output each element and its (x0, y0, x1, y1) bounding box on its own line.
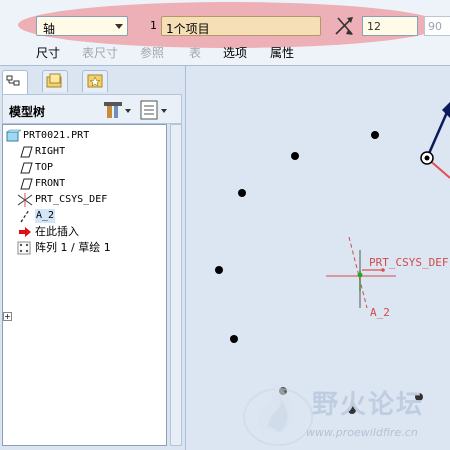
tree-node-top-plane[interactable]: TOP (17, 161, 165, 175)
show-options-icon[interactable] (140, 100, 167, 120)
model-tree-tools (104, 100, 167, 120)
graphics-window[interactable]: PRT_CSYS_DEF A_2 野火论坛 www.proewildfire.c… (186, 66, 450, 450)
tab-references[interactable]: 参照 (140, 44, 164, 61)
tree-node-label: RIGHT (35, 146, 66, 157)
tree-node-label: 阵列 1 / 草绘 1 (35, 241, 111, 254)
tab-table[interactable]: 表 (189, 44, 201, 61)
model-tree-list: PRT0021.PRT RIGHT TOP FRONT PRT_CSYS_DEF… (2, 124, 167, 446)
model-tree-icon (6, 75, 20, 86)
angle-direction-icon[interactable] (334, 14, 354, 36)
tree-node-front-plane[interactable]: FRONT (17, 177, 165, 191)
axis-label: A_2 (370, 306, 390, 319)
dashboard-tabs: 尺寸 表尺寸 参照 表 选项 属性 (0, 44, 450, 62)
tab-options[interactable]: 选项 (223, 44, 247, 61)
angle-input[interactable]: 90 (424, 16, 450, 36)
tree-scrollbar[interactable] (170, 124, 182, 446)
pattern-icon (17, 241, 31, 255)
increment-input[interactable]: 12 (362, 16, 418, 36)
tab-favorites[interactable] (82, 70, 108, 92)
pattern-type-select[interactable]: 轴 (36, 16, 128, 36)
csys-label: PRT_CSYS_DEF (369, 256, 449, 269)
pattern-dashboard: 轴 1 1个项目 12 90 尺寸 表尺寸 参照 表 选项 属性 (0, 0, 450, 66)
tree-node-label: 在此插入 (35, 225, 79, 238)
tab-properties[interactable]: 属性 (270, 44, 294, 61)
tab-dimensions[interactable]: 尺寸 (36, 44, 60, 61)
tree-node-label: PRT0021.PRT (23, 130, 90, 141)
tree-node-label: A_2 (35, 209, 56, 223)
reference-collector-value: 1个项目 (166, 22, 210, 36)
navigator-panel: 模型树 PRT0021.PRT RIGHT TOP FRONT PRT_CSYS… (0, 66, 186, 450)
datum-plane-icon (20, 178, 33, 190)
datum-plane-icon (20, 146, 33, 158)
watermark-logo (243, 382, 313, 446)
tree-node-pattern[interactable]: 阵列 1 / 草绘 1 (17, 241, 165, 255)
tree-node-label: FRONT (35, 178, 66, 189)
model-tree-title: 模型树 (9, 105, 46, 119)
angle-value: 90 (428, 20, 442, 33)
tree-node-label: TOP (35, 162, 54, 173)
expand-toggle-icon[interactable]: + (3, 312, 12, 321)
datum-plane-icon (20, 162, 33, 174)
datum-axis-icon (20, 209, 30, 223)
insert-arrow-icon (19, 227, 31, 237)
settings-tools-icon[interactable] (104, 102, 131, 118)
tree-node-axis-a2[interactable]: A_2 (17, 209, 165, 223)
tree-node-part[interactable]: PRT0021.PRT (5, 129, 165, 143)
chevron-down-icon (115, 24, 123, 29)
coordinate-system-icon (17, 193, 33, 207)
model-tree-header: 模型树 (2, 94, 182, 124)
tab-table-dimensions[interactable]: 表尺寸 (82, 44, 118, 61)
tab-folder-browser[interactable] (42, 70, 68, 92)
folder-icon (46, 73, 62, 88)
favorites-icon (87, 74, 103, 88)
increment-value: 12 (367, 20, 381, 33)
tree-node-label: PRT_CSYS_DEF (35, 194, 108, 205)
pattern-direction-handle[interactable] (420, 102, 450, 179)
tab-model-tree[interactable] (2, 70, 28, 94)
watermark-brand: 野火论坛 (312, 390, 425, 420)
pattern-point[interactable] (230, 335, 238, 343)
part-icon (6, 129, 21, 142)
pattern-point[interactable] (215, 266, 223, 274)
pattern-point[interactable] (238, 189, 246, 197)
coordinate-system-graphic[interactable] (326, 236, 396, 309)
pattern-point[interactable] (291, 152, 299, 160)
watermark-url: www.proewildfire.cn (306, 426, 418, 439)
reference-collector[interactable]: 1个项目 (161, 16, 321, 36)
tree-node-right-plane[interactable]: RIGHT (17, 145, 165, 159)
tree-node-csys[interactable]: PRT_CSYS_DEF (17, 193, 165, 207)
pattern-type-value: 轴 (43, 22, 56, 36)
pattern-point[interactable] (371, 131, 379, 139)
tree-node-insert-here[interactable]: 在此插入 (17, 225, 165, 239)
reference-count: 1 (150, 19, 157, 32)
